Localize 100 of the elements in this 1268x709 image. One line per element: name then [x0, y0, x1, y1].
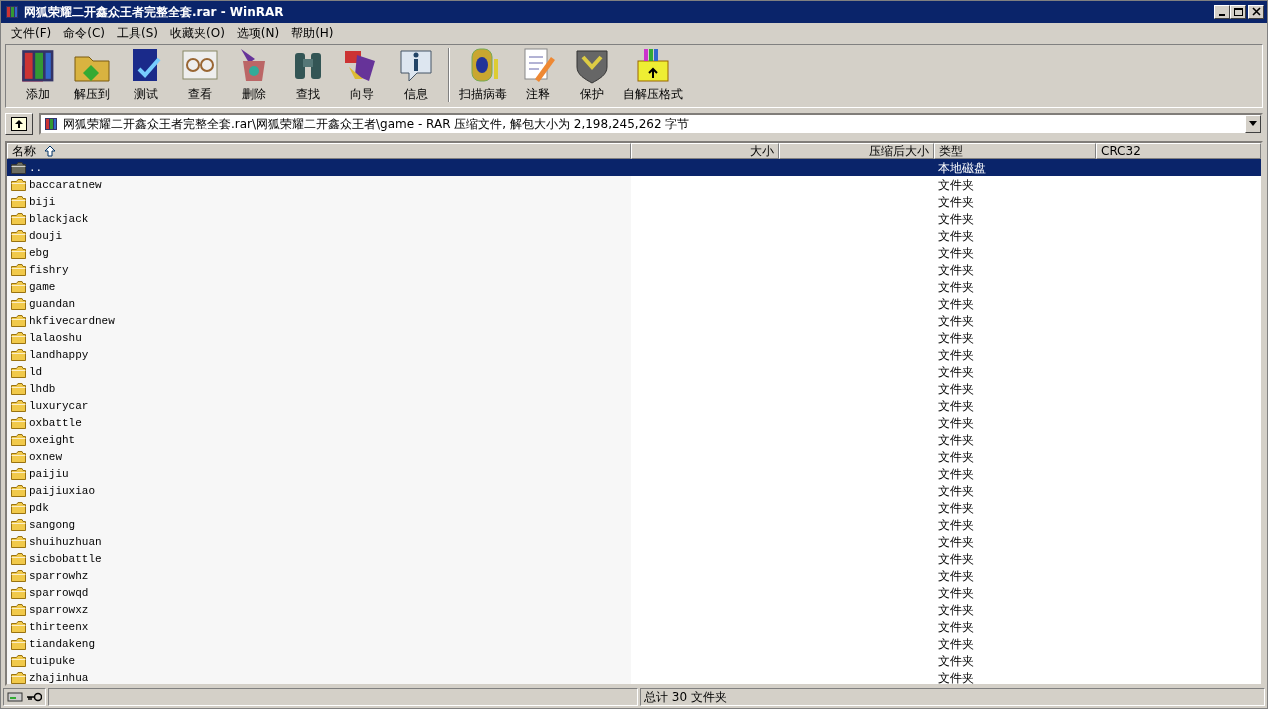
column-header[interactable]: 名称	[7, 143, 631, 159]
maximize-icon	[1232, 7, 1244, 17]
toolbar-button[interactable]: 自解压格式	[620, 45, 686, 103]
folder-icon	[11, 297, 27, 311]
file-name: game	[29, 279, 56, 295]
file-name: ..	[29, 160, 43, 176]
toolbar-button[interactable]: 删除	[228, 45, 280, 103]
folder-icon	[11, 263, 27, 277]
file-type: 文件夹	[938, 449, 974, 466]
toolbar-button[interactable]: 扫描病毒	[456, 45, 510, 103]
toolbar-button[interactable]: 测试	[120, 45, 172, 103]
file-type: 文件夹	[938, 194, 974, 211]
file-type: 文件夹	[938, 177, 974, 194]
file-name: ebg	[29, 245, 49, 261]
folder-icon	[11, 552, 27, 566]
file-name: sparrowqd	[29, 585, 89, 601]
file-name: biji	[29, 194, 56, 210]
archive-icon	[43, 115, 59, 132]
window-title: 网狐荣耀二开鑫众王者完整全套.rar - WinRAR	[24, 4, 284, 21]
file-row[interactable]: zhajinhua 文件夹	[7, 669, 1261, 684]
folder-icon	[11, 331, 27, 345]
menu-item[interactable]: 工具(S)	[111, 23, 164, 42]
menu-item[interactable]: 选项(N)	[230, 23, 286, 42]
toolbar-button[interactable]: 保护	[566, 45, 618, 103]
menu-item[interactable]: 收藏夹(O)	[164, 23, 231, 42]
folder-icon	[11, 399, 27, 413]
file-type: 文件夹	[938, 653, 974, 670]
toolbar-button[interactable]: 向导	[336, 45, 388, 103]
file-type: 文件夹	[938, 330, 974, 347]
file-type: 文件夹	[938, 364, 974, 381]
file-type: 文件夹	[938, 585, 974, 602]
folder-icon	[11, 178, 27, 192]
minimize-button[interactable]	[1214, 5, 1230, 19]
file-type: 文件夹	[938, 279, 974, 296]
maximize-button[interactable]	[1230, 5, 1246, 19]
file-name: blackjack	[29, 211, 89, 227]
column-header[interactable]: 类型	[934, 143, 1096, 159]
file-name: fishry	[29, 262, 69, 278]
dropdown-button[interactable]	[1245, 114, 1261, 133]
column-header[interactable]: CRC32	[1096, 143, 1261, 159]
folder-icon	[11, 382, 27, 396]
menu-item[interactable]: 文件(F)	[5, 23, 58, 42]
close-icon	[1250, 7, 1262, 17]
file-type: 文件夹	[938, 568, 974, 585]
folder-icon	[11, 314, 27, 328]
folder-icon	[11, 280, 27, 294]
file-type: 文件夹	[938, 432, 974, 449]
folder-icon	[11, 450, 27, 464]
file-type: 文件夹	[938, 228, 974, 245]
status-summary: 总计 30 文件夹	[644, 689, 727, 706]
path-field[interactable]: 网狐荣耀二开鑫众王者完整全套.rar\网狐荣耀二开鑫众王者\game - RAR 压缩文件, 解包大小为 2,198,245,262 字节	[39, 112, 1263, 135]
menu-item[interactable]: 帮助(H)	[285, 23, 340, 42]
up-folder-button[interactable]	[5, 112, 33, 135]
file-name: sangong	[29, 517, 76, 533]
close-button[interactable]	[1248, 5, 1264, 19]
file-row[interactable]: .. 本地磁盘	[7, 159, 1261, 176]
folder-icon	[11, 365, 27, 379]
file-name: landhappy	[29, 347, 89, 363]
toolbar-button[interactable]: 添加	[12, 45, 64, 103]
folder-icon	[11, 654, 27, 668]
file-name: oxbattle	[29, 415, 82, 431]
toolbar-button[interactable]: 解压到	[66, 45, 118, 103]
column-header[interactable]: 压缩后大小	[779, 143, 934, 159]
folder-icon	[11, 535, 27, 549]
folder-icon	[11, 620, 27, 634]
drive-icon	[7, 690, 23, 704]
file-type: 文件夹	[938, 347, 974, 364]
folder-icon	[11, 467, 27, 481]
minimize-icon	[1219, 14, 1225, 16]
toolbar-button[interactable]: 查看	[174, 45, 226, 103]
parent-folder-icon	[11, 161, 27, 175]
file-name: zhajinhua	[29, 670, 89, 684]
file-name: lalaoshu	[29, 330, 82, 346]
file-type: 本地磁盘	[938, 160, 986, 177]
file-name: sparrowhz	[29, 568, 89, 584]
file-name: oxnew	[29, 449, 62, 465]
folder-icon	[11, 501, 27, 515]
menu-item[interactable]: 命令(C)	[57, 23, 111, 42]
folder-icon	[11, 246, 27, 260]
file-name: sicbobattle	[29, 551, 102, 567]
folder-icon	[11, 569, 27, 583]
toolbar-button[interactable]: 信息	[390, 45, 442, 103]
file-type: 文件夹	[938, 551, 974, 568]
file-name: shuihuzhuan	[29, 534, 102, 550]
file-type: 文件夹	[938, 517, 974, 534]
folder-icon	[11, 433, 27, 447]
file-type: 文件夹	[938, 262, 974, 279]
file-name: luxurycar	[29, 398, 89, 414]
folder-icon	[11, 229, 27, 243]
file-type: 文件夹	[938, 483, 974, 500]
file-name: tuipuke	[29, 653, 76, 669]
path-text: 网狐荣耀二开鑫众王者完整全套.rar\网狐荣耀二开鑫众王者\game - RAR 压缩文件, 解包大小为 2,198,245,262 字节	[63, 115, 690, 133]
file-name: pdk	[29, 500, 49, 516]
toolbar-button[interactable]: 查找	[282, 45, 334, 103]
toolbar-button[interactable]: 注释	[512, 45, 564, 103]
file-name: baccaratnew	[29, 177, 102, 193]
column-header[interactable]: 大小	[631, 143, 779, 159]
file-name: lhdb	[29, 381, 56, 397]
file-type: 文件夹	[938, 619, 974, 636]
file-name: oxeight	[29, 432, 76, 448]
